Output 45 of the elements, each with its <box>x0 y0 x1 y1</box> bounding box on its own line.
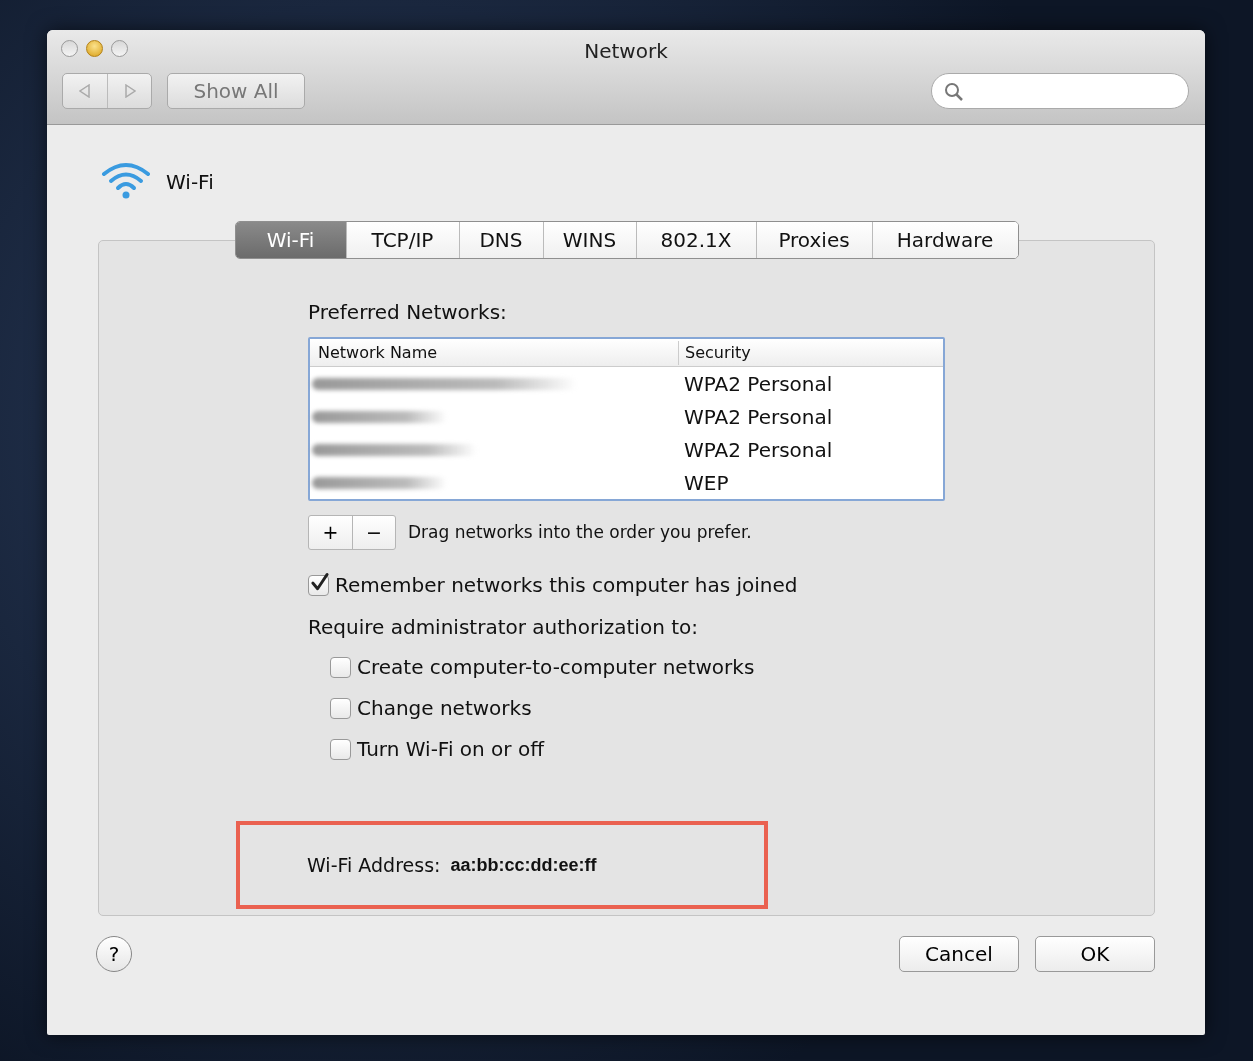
tab[interactable]: Wi-Fi <box>235 222 346 258</box>
column-header[interactable]: Security <box>678 340 751 365</box>
tab[interactable]: WINS <box>542 222 636 258</box>
checkbox[interactable] <box>330 697 351 719</box>
table-cell-text: WPA2 Personal <box>684 436 833 464</box>
table-cell-text: WPA2 Personal <box>684 403 833 431</box>
tab[interactable]: 802.1X <box>635 222 756 258</box>
tab[interactable]: DNS <box>458 222 543 258</box>
search-icon <box>944 82 964 102</box>
left-triangle-icon <box>79 84 91 98</box>
checkbox-label: Change networks <box>357 695 532 722</box>
table-row[interactable]: WEP <box>310 466 943 499</box>
table-row[interactable]: WPA2 Personal <box>310 367 943 400</box>
hint-text: Drag networks into the order you prefer. <box>408 520 752 544</box>
table-row[interactable]: WPA2 Personal <box>310 400 943 433</box>
show-all-button[interactable]: Show All <box>167 73 305 109</box>
tab[interactable]: TCP/IP <box>345 222 459 258</box>
address-label: Wi-Fi Address: <box>307 852 441 878</box>
checkbox[interactable] <box>330 656 351 678</box>
window-title: Network <box>583 38 669 65</box>
add-button[interactable]: + <box>309 516 352 549</box>
dialog-button[interactable]: Cancel <box>899 936 1019 972</box>
checkbox[interactable] <box>308 574 329 596</box>
service-name: Wi-Fi <box>166 169 214 196</box>
help-button[interactable]: ? <box>96 936 132 972</box>
tab[interactable]: Proxies <box>755 222 872 258</box>
minimize-icon[interactable] <box>86 40 103 57</box>
search-field[interactable] <box>931 73 1189 109</box>
checkbox-label: Create computer-to-computer networks <box>357 654 755 681</box>
column-header[interactable]: Network Name <box>310 340 678 365</box>
zoom-icon[interactable] <box>111 40 128 57</box>
table-row[interactable]: WPA2 Personal <box>310 433 943 466</box>
checkbox-label: Turn Wi-Fi on or off <box>357 736 544 763</box>
checkbox[interactable] <box>330 738 351 760</box>
dialog-button[interactable]: OK <box>1035 936 1155 972</box>
tab[interactable]: Hardware <box>871 222 1018 258</box>
table-cell-text: WPA2 Personal <box>684 370 833 398</box>
section-label: Require administrator authorization to: <box>308 614 699 641</box>
checkbox-label: Remember networks this computer has joined <box>335 572 798 599</box>
close-icon[interactable] <box>61 40 78 57</box>
table-cell-text: WEP <box>684 469 729 497</box>
address-value: aa:bb:cc:dd:ee:ff <box>450 853 597 877</box>
right-triangle-icon <box>123 84 136 98</box>
section-label: Preferred Networks: <box>308 299 508 326</box>
remove-button[interactable]: − <box>352 516 395 549</box>
